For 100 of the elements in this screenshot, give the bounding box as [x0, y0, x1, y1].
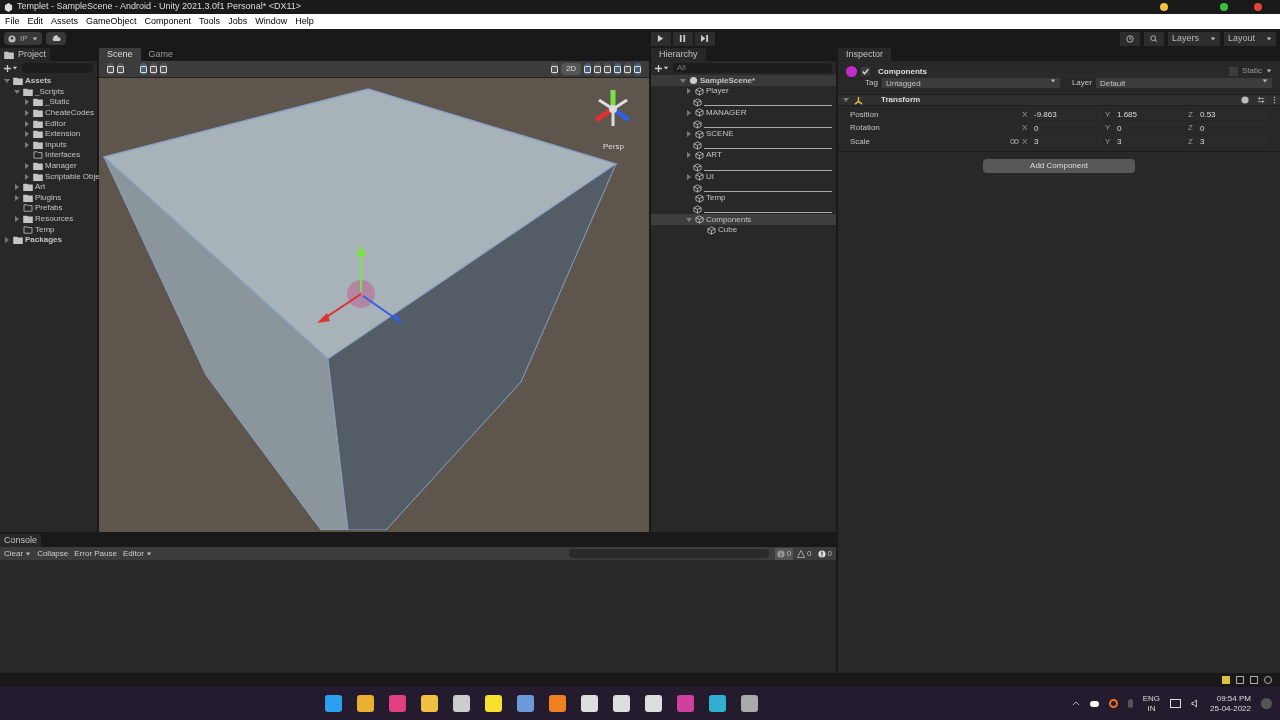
pivot-button[interactable] [117, 63, 124, 75]
presets-icon[interactable] [1257, 96, 1265, 104]
play-button[interactable] [650, 31, 671, 46]
projection-label[interactable]: Persp [603, 141, 624, 153]
tag-dropdown[interactable]: Untagged [881, 78, 1060, 88]
inspector-tab[interactable]: Inspector [838, 48, 892, 61]
hierarchy-item[interactable]: ART [651, 150, 836, 161]
camera-button[interactable] [624, 63, 631, 75]
link-icon[interactable] [1010, 139, 1019, 145]
effects-button[interactable] [604, 63, 611, 75]
move-gizmo-drawing[interactable] [317, 245, 402, 325]
console-tab[interactable]: Console [0, 534, 42, 547]
folder-label[interactable]: Interfaces [45, 149, 81, 162]
project-tab[interactable]: Project [0, 48, 50, 61]
collapsed-arrow-icon[interactable] [685, 172, 693, 181]
folder-label[interactable]: Temp [35, 223, 55, 236]
collapsed-arrow-icon[interactable] [3, 236, 11, 245]
folder-label[interactable]: CheateCodes [45, 107, 94, 120]
orientation-gizmo-drawing[interactable] [594, 90, 631, 128]
folder-label[interactable]: Editor [45, 117, 66, 130]
console-toolbar-button[interactable]: Error Pause [72, 548, 119, 559]
menu-item[interactable]: Help [295, 14, 314, 29]
collapsed-arrow-icon[interactable] [685, 151, 693, 160]
help-icon[interactable] [1241, 96, 1249, 104]
gizmos-button[interactable] [634, 63, 641, 75]
add-icon[interactable] [4, 63, 18, 73]
history-button[interactable] [1120, 31, 1140, 46]
error-toggle[interactable]: 0 [815, 547, 834, 560]
clock[interactable]: 09:54 PM 25-04-2022 [1210, 693, 1251, 714]
more-options-icon[interactable] [1273, 96, 1276, 104]
grid-button[interactable] [150, 63, 157, 75]
folder-label[interactable]: _Static [45, 96, 70, 109]
menu-item[interactable]: Jobs [228, 14, 248, 29]
hierarchy-item[interactable]: Player [651, 86, 836, 97]
tool-handle-button[interactable] [107, 63, 114, 75]
lighting-button[interactable] [584, 63, 591, 75]
view-tab[interactable]: Scene [99, 48, 141, 61]
language-indicator[interactable]: ENG IN [1142, 693, 1161, 714]
hierarchy-item[interactable]: Temp [651, 192, 836, 204]
console-toolbar-button[interactable]: Editor [120, 548, 154, 559]
cloud-icon[interactable] [1089, 700, 1099, 707]
visibility-button[interactable] [614, 63, 621, 75]
search-button[interactable] [1144, 31, 1164, 46]
hierarchy-tab[interactable]: Hierarchy [651, 48, 706, 61]
folder-label[interactable]: Assets [25, 75, 52, 88]
component-header[interactable]: Transform [838, 94, 1280, 106]
folder-label[interactable]: Extension [45, 128, 81, 141]
shading-button[interactable] [551, 63, 558, 75]
menu-item[interactable]: Tools [199, 14, 221, 29]
folder-label[interactable]: Scriptable Obje [45, 170, 100, 183]
hierarchy-item[interactable]: Components [651, 214, 836, 225]
menu-item[interactable]: File [5, 14, 20, 29]
hierarchy-item[interactable]: MANAGER [651, 107, 836, 119]
warning-toggle[interactable]: 0 [795, 547, 814, 560]
info-icon [776, 549, 785, 558]
collapsed-arrow-icon[interactable] [685, 130, 693, 139]
hierarchy-item[interactable]: Cube [651, 224, 836, 236]
layer-dropdown[interactable]: Default [1095, 78, 1272, 88]
search-field[interactable]: All [673, 63, 832, 73]
expanded-arrow-icon[interactable] [679, 76, 687, 85]
expanded-arrow-icon[interactable] [842, 96, 850, 104]
menu-item[interactable]: Window [255, 14, 288, 29]
folder-label[interactable]: Inputs [45, 138, 67, 151]
step-button[interactable] [694, 31, 715, 46]
hierarchy-item[interactable]: SCENE [651, 128, 836, 140]
collapsed-arrow-icon[interactable] [685, 108, 693, 117]
folder-label[interactable]: Prefabs [35, 202, 63, 215]
add-component-button[interactable]: Add Component [983, 158, 1135, 173]
add-icon[interactable] [655, 63, 669, 73]
menu-item[interactable]: GameObject [86, 14, 137, 29]
menu-item[interactable]: Assets [51, 14, 79, 29]
checkmark-icon [861, 66, 870, 76]
folder-label[interactable]: Art [35, 181, 46, 194]
info-toggle[interactable]: 0 [774, 547, 794, 560]
cloud-button[interactable] [45, 32, 66, 45]
layers-dropdown[interactable]: Layers [1168, 31, 1220, 46]
collapsed-arrow-icon[interactable] [13, 215, 21, 223]
2d-toggle[interactable]: 2D [561, 63, 581, 75]
hierarchy-item[interactable]: UI [651, 171, 836, 183]
collapsed-arrow-icon[interactable] [685, 87, 693, 96]
snap-button[interactable] [160, 63, 167, 75]
folder-label[interactable]: _Scripts [35, 85, 64, 98]
layout-dropdown[interactable]: Layout [1224, 31, 1276, 46]
console-toolbar-button[interactable]: Collapse [35, 548, 71, 559]
pause-button[interactable] [672, 31, 693, 46]
audio-button[interactable] [594, 63, 601, 75]
menu-item[interactable]: Edit [27, 14, 44, 29]
menu-item[interactable]: Component [144, 14, 192, 29]
active-checkbox[interactable] [861, 66, 870, 76]
console-toolbar-button[interactable]: Clear [2, 548, 34, 559]
scene-row[interactable]: SampleScene* [651, 75, 836, 86]
folder-label[interactable]: Plugins [35, 191, 62, 204]
folder-label[interactable]: Packages [25, 234, 62, 247]
folder-label[interactable]: Manager [45, 160, 77, 173]
account-dropdown[interactable]: IP [4, 32, 42, 45]
expanded-arrow-icon[interactable] [685, 215, 693, 224]
tray-chevron-icon[interactable] [1071, 701, 1080, 706]
folder-label[interactable]: Resources [35, 213, 74, 225]
view-tab[interactable]: Game [140, 48, 182, 61]
view-options-button[interactable] [140, 63, 147, 75]
